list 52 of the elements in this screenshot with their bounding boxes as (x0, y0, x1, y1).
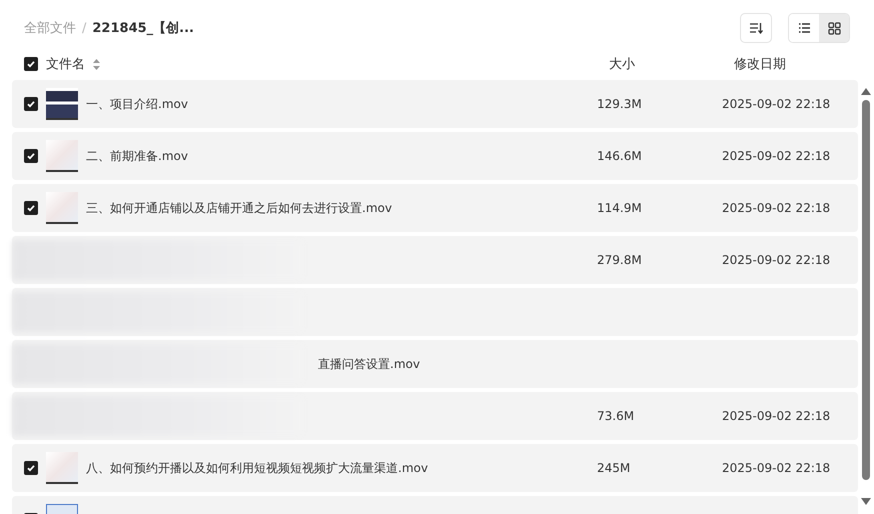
column-header: 大小 (609, 56, 636, 73)
file-size: 146.6M (597, 149, 643, 163)
file-row[interactable]: 八、如何预约开播以及如何利用短视频短视频扩大流量渠道.mov 245M 2025-09-02 22:18 (12, 444, 858, 492)
column-header[interactable]: 文件名 (46, 55, 85, 73)
video-thumbnail (46, 140, 78, 172)
modified-date: 2025-09-02 22:18 (722, 149, 832, 163)
file-name[interactable]: 一、项目介绍.mov (86, 96, 188, 112)
modified-date: 2025-09-02 22:18 (722, 409, 832, 423)
grid-view-button[interactable] (819, 14, 849, 42)
file-size: 73.6M (597, 409, 636, 423)
file-size: 129.3M (597, 97, 643, 111)
scroll-up-icon[interactable] (861, 88, 871, 95)
checkbox[interactable] (24, 97, 38, 111)
file-name[interactable]: 八、如何预约开播以及如何利用短视频短视频扩大流量渠道.mov (86, 460, 428, 476)
video-thumbnail (46, 88, 78, 120)
breadcrumb-separator-icon: / (82, 20, 86, 36)
file-row[interactable]: 一、项目介绍.mov 129.3M 2025-09-02 22:18 (12, 80, 858, 128)
scroll-down-icon[interactable] (861, 498, 871, 505)
list-icon (798, 22, 810, 34)
file-size: 279.8M (597, 253, 643, 267)
check-icon (26, 151, 36, 161)
checkbox[interactable] (24, 149, 38, 163)
check-icon (26, 463, 36, 473)
file-row[interactable]: 279.8M 2025-09-02 22:18 (12, 236, 858, 284)
checkbox[interactable] (24, 57, 38, 71)
grid-icon (828, 22, 840, 34)
file-size: 245M (597, 461, 632, 475)
video-thumbnail (46, 452, 78, 484)
checkbox[interactable] (24, 201, 38, 215)
file-size: 114.9M (597, 201, 643, 215)
scrollbar-thumb[interactable] (862, 100, 870, 480)
file-name[interactable]: 直播问答设置.mov (318, 356, 420, 372)
column-header: 修改日期 (734, 56, 787, 73)
check-icon (26, 59, 36, 69)
file-row[interactable]: 73.6M 2025-09-02 22:18 (12, 392, 858, 440)
breadcrumb-item[interactable]: 221845_【创... (92, 19, 194, 37)
modified-date: 2025-09-02 22:18 (722, 461, 832, 475)
sort-arrows-icon[interactable] (93, 58, 100, 70)
file-row[interactable]: 三、如何开通店铺以及店铺开通之后如何去进行设置.mov 114.9M 2025-09-02 22:18 (12, 184, 858, 232)
file-row[interactable]: 二、前期准备.mov 146.6M 2025-09-02 22:18 (12, 132, 858, 180)
file-name[interactable]: 三、如何开通店铺以及店铺开通之后如何去进行设置.mov (86, 200, 392, 216)
check-icon (26, 99, 36, 109)
file-name[interactable]: 二、前期准备.mov (86, 148, 188, 164)
check-icon (26, 203, 36, 213)
sort-button[interactable] (740, 13, 772, 43)
modified-date: 2025-09-02 22:18 (722, 201, 832, 215)
checkbox[interactable] (24, 461, 38, 475)
modified-date: 2025-09-02 22:18 (722, 97, 832, 111)
video-thumbnail (46, 192, 78, 224)
sort-icon (749, 22, 763, 34)
file-row[interactable]: 直播问答设置.mov (12, 340, 858, 388)
modified-date: 2025-09-02 22:18 (722, 253, 832, 267)
